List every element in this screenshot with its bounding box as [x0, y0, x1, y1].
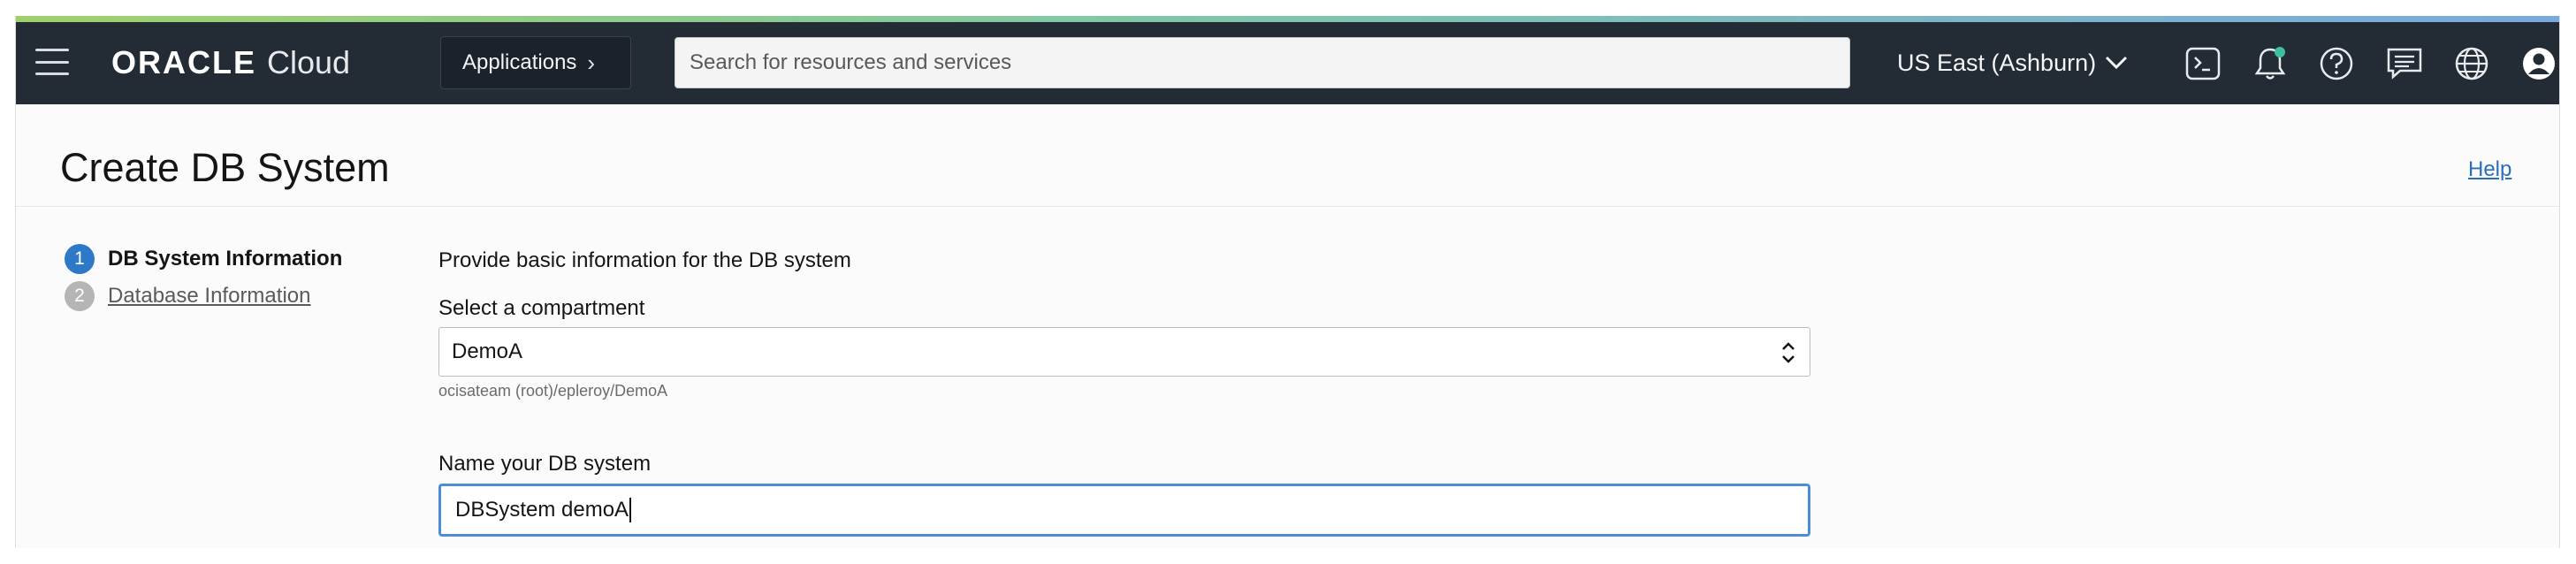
- globe-icon[interactable]: [2453, 45, 2490, 82]
- select-arrows-icon: [1782, 342, 1795, 363]
- region-label: US East (Ashburn): [1897, 49, 2097, 76]
- text-caret: [629, 498, 632, 522]
- compartment-select[interactable]: DemoA: [438, 327, 1810, 377]
- logo-cloud-text: Cloud: [267, 44, 351, 80]
- region-selector[interactable]: US East (Ashburn): [1897, 43, 2128, 82]
- wizard-steps: 1 DB System Information 2 Database Infor…: [65, 243, 342, 317]
- step-database-information[interactable]: 2 Database Information: [65, 280, 342, 312]
- wizard-body: 1 DB System Information 2 Database Infor…: [16, 208, 2559, 548]
- user-avatar-icon[interactable]: [2520, 45, 2557, 82]
- top-navigation-bar: ORACLE Cloud Applications › Search for r…: [16, 22, 2559, 104]
- menu-icon[interactable]: [35, 49, 69, 75]
- compartment-value: DemoA: [452, 339, 523, 363]
- accent-strip: [16, 16, 2559, 22]
- compartment-path: ocisateam (root)/epleroy/DemoA: [438, 382, 668, 400]
- applications-button[interactable]: Applications ›: [440, 36, 631, 89]
- page-title: Create DB System: [60, 145, 390, 190]
- step-db-system-information[interactable]: 1 DB System Information: [65, 243, 342, 275]
- chat-icon[interactable]: [2386, 45, 2423, 82]
- console-window: ORACLE Cloud Applications › Search for r…: [15, 16, 2560, 548]
- step-label[interactable]: Database Information: [108, 284, 310, 309]
- step-number-badge: 1: [65, 244, 95, 274]
- help-circle-icon[interactable]: [2318, 45, 2355, 82]
- page-header: Create DB System Help: [16, 104, 2559, 207]
- bell-icon[interactable]: [2252, 45, 2289, 82]
- compartment-label: Select a compartment: [438, 296, 645, 320]
- chevron-right-icon: ›: [587, 49, 596, 76]
- step-label: DB System Information: [108, 247, 343, 271]
- help-link[interactable]: Help: [2468, 157, 2511, 182]
- form-intro: Provide basic information for the DB sys…: [438, 248, 851, 272]
- oracle-cloud-logo[interactable]: ORACLE Cloud: [111, 43, 350, 82]
- terminal-icon[interactable]: [2184, 45, 2222, 82]
- db-system-name-input[interactable]: DBSystem demoA: [438, 484, 1810, 537]
- logo-oracle-text: ORACLE: [111, 44, 256, 80]
- db-system-name-value: DBSystem demoA: [455, 498, 629, 522]
- search-input[interactable]: Search for resources and services: [674, 37, 1850, 88]
- chevron-down-icon: [2106, 56, 2128, 70]
- name-label: Name your DB system: [438, 452, 652, 476]
- applications-label: Applications: [462, 50, 577, 74]
- step-number-badge: 2: [65, 281, 95, 311]
- search-placeholder: Search for resources and services: [690, 50, 1012, 74]
